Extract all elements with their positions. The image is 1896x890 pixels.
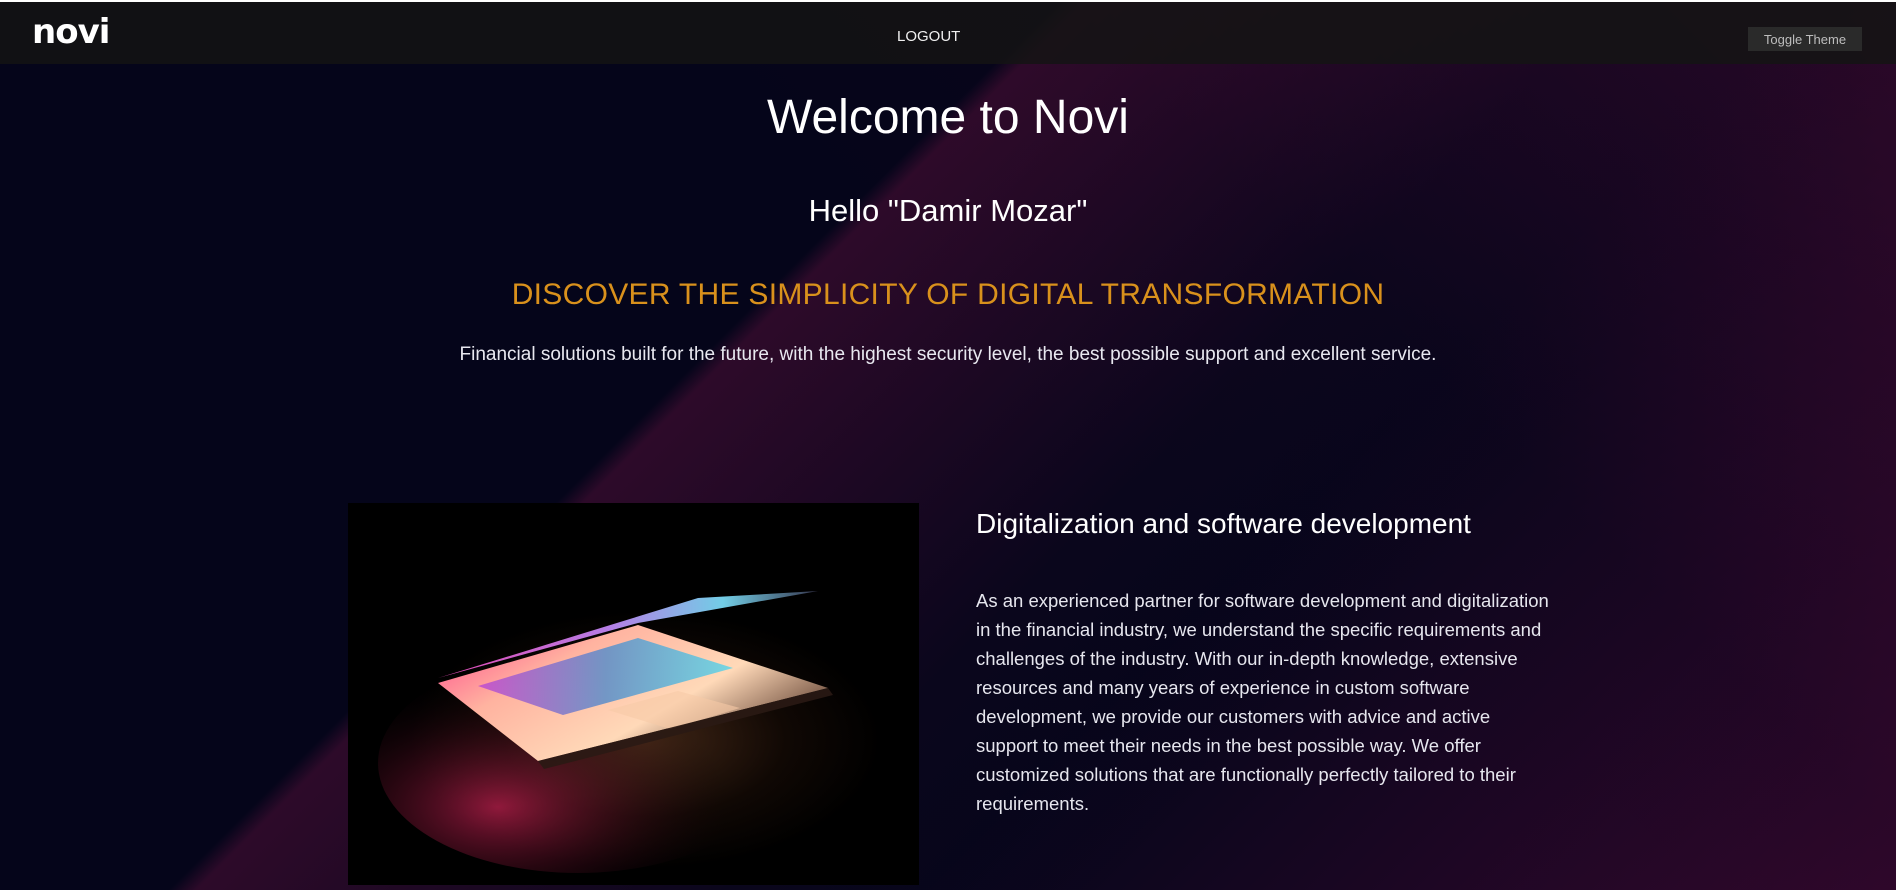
laptop-image	[348, 503, 919, 885]
hero-tagline: Financial solutions built for the future…	[459, 344, 1437, 365]
top-navigation-bar: novi LOGOUT Toggle Theme	[0, 0, 1896, 64]
hero-headline: DISCOVER THE SIMPLICITY OF DIGITAL TRANS…	[511, 278, 1385, 311]
feature-description: As an experienced partner for software d…	[976, 590, 1549, 814]
user-greeting: Hello "Damir Mozar"	[808, 193, 1088, 228]
page-title: Welcome to Novi	[767, 91, 1129, 144]
novi-logo[interactable]: novi	[32, 12, 110, 52]
feature-title: Digitalization and software development	[976, 508, 1471, 539]
toggle-theme-button[interactable]: Toggle Theme	[1748, 27, 1862, 51]
logout-link[interactable]: LOGOUT	[897, 28, 960, 45]
